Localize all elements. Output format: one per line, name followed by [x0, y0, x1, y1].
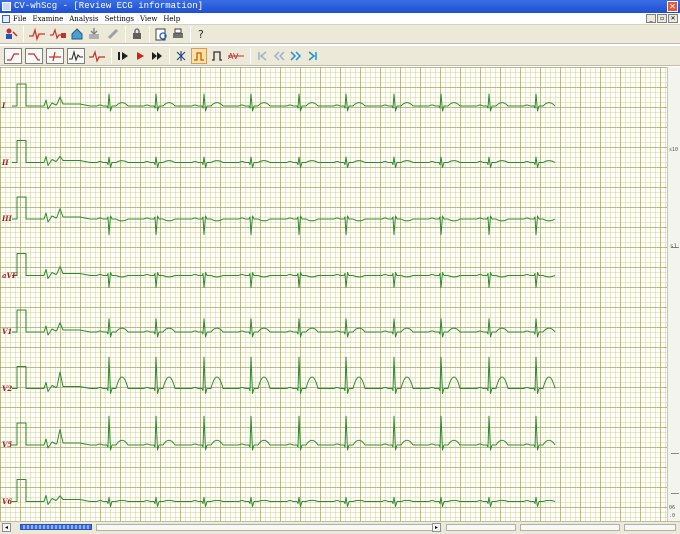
main-toolbar: ?: [0, 25, 680, 44]
ecg-lead-trace-ii: [12, 140, 556, 168]
ecg-record-icon[interactable]: [49, 26, 67, 42]
fast-forward-icon[interactable]: [150, 48, 164, 64]
last-page-icon[interactable]: [306, 48, 320, 64]
side-tick: [671, 453, 679, 454]
menu-view[interactable]: View: [140, 13, 157, 25]
document-icon: [2, 15, 10, 23]
printer-icon[interactable]: [171, 26, 185, 42]
side-mark-3: 06: [669, 505, 676, 511]
wave-compare-icon[interactable]: [88, 48, 106, 64]
lead-label-ii: II: [2, 157, 9, 167]
side-tick: [671, 493, 679, 494]
child-close-button[interactable]: ✕: [668, 14, 678, 23]
hum-filter-icon[interactable]: [46, 47, 64, 64]
horizontal-scrollbar[interactable]: ◂ ▸: [0, 521, 680, 534]
ecg-lead-trace-v5: [12, 415, 556, 451]
ecg-lead-trace-avf: [12, 253, 556, 288]
minimize-button[interactable]: _: [646, 14, 656, 23]
scroll-left-arrow-icon[interactable]: ◂: [2, 523, 11, 532]
window-title-bar: CV-whScg - [Review ECG information] ✕: [0, 0, 680, 13]
help-icon[interactable]: ?: [195, 26, 209, 42]
menu-help[interactable]: Help: [163, 13, 180, 25]
menu-analysis[interactable]: Analysis: [69, 13, 98, 25]
toolbar-separator: [169, 47, 170, 64]
review-toolbar: AV: [0, 45, 680, 66]
baseline-filter-icon[interactable]: [4, 47, 22, 64]
prev-page-icon[interactable]: [272, 48, 286, 64]
ecg-lead-trace-v6: [12, 479, 556, 507]
av-marker-icon[interactable]: AV: [227, 48, 245, 64]
lead-label-i: I: [2, 101, 6, 110]
patient-icon[interactable]: [4, 26, 18, 42]
status-pane: [520, 524, 620, 531]
toolbar-separator: [125, 26, 126, 42]
app-icon: [2, 2, 11, 11]
menu-bar: File Examine Analysis Settings View Help…: [0, 13, 680, 25]
menu-settings[interactable]: Settings: [105, 13, 134, 25]
ecg-grid[interactable]: I II III aVF V1 V2 V5 V6: [0, 67, 667, 521]
print-preview-icon[interactable]: [154, 26, 168, 42]
toolbar-separator: [111, 47, 112, 64]
calibration-pulse-icon[interactable]: [210, 48, 224, 64]
scroll-right-arrow-icon[interactable]: ▸: [432, 523, 441, 532]
toolbar-separator: [250, 47, 251, 64]
pulse-mode-icon[interactable]: [191, 47, 207, 64]
toolbar-separator: [149, 26, 150, 42]
emg-filter-icon[interactable]: [67, 47, 85, 64]
side-mark-4: .0: [669, 513, 676, 519]
lowpass-filter-icon[interactable]: [25, 47, 43, 64]
lead-label-v6: V6: [2, 496, 13, 506]
status-pane: [446, 524, 516, 531]
ecg-traces: [12, 83, 556, 507]
ecg-lead-trace-v2: [12, 356, 556, 394]
measure-icon[interactable]: [174, 48, 188, 64]
play-icon[interactable]: [133, 48, 147, 64]
first-page-icon[interactable]: [255, 48, 269, 64]
ecg-lead-trace-v1: [12, 309, 556, 338]
transfer-icon[interactable]: [87, 26, 103, 42]
lead-label-iii: III: [2, 214, 12, 223]
lead-label-v2: V2: [2, 383, 13, 393]
lock-icon[interactable]: [130, 26, 144, 42]
scroll-thumb[interactable]: [20, 524, 92, 530]
step-forward-icon[interactable]: [116, 48, 130, 64]
menu-examine[interactable]: Examine: [32, 13, 63, 25]
lead-label-v5: V5: [2, 440, 13, 449]
window-title: CV-whScg - [Review ECG information]: [14, 1, 204, 11]
syringe-icon[interactable]: [106, 26, 120, 42]
scroll-track[interactable]: [96, 524, 436, 531]
next-page-icon[interactable]: [289, 48, 303, 64]
side-mark-1: s10: [669, 147, 679, 153]
ecg-wave-icon[interactable]: [28, 26, 46, 42]
lead-label-avf: aVF: [2, 270, 17, 280]
ecg-lead-trace-i: [12, 83, 556, 112]
vertical-scrollbar[interactable]: s10 s1 06 .0: [667, 67, 680, 521]
status-pane: [624, 524, 676, 531]
restore-button[interactable]: ▫: [657, 14, 667, 23]
toolbar-separator: [23, 26, 24, 42]
menu-file[interactable]: File: [13, 13, 26, 25]
window-close-button[interactable]: ✕: [667, 1, 678, 12]
side-mark-2: s1: [670, 243, 678, 250]
toolbar-separator: [190, 26, 191, 42]
home-icon[interactable]: [70, 26, 84, 42]
ecg-lead-trace-iii: [12, 196, 556, 236]
lead-label-v1: V1: [2, 327, 13, 336]
svg-text:?: ?: [198, 28, 204, 41]
